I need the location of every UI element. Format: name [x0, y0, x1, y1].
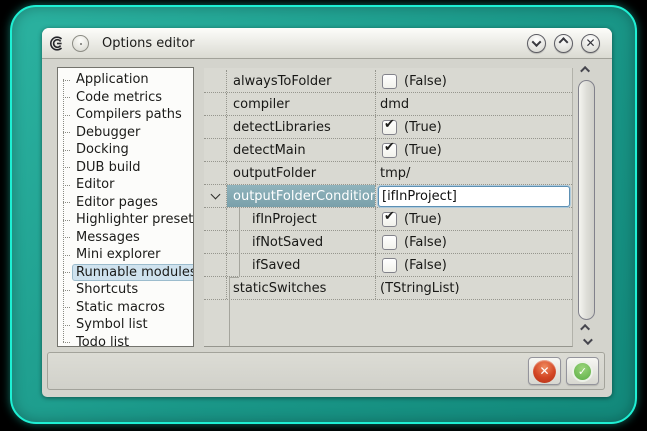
coedit-logo-icon	[48, 35, 65, 52]
property-row-alwaysToFolder: alwaysToFolder (False)	[204, 70, 572, 93]
checkbox-checked-icon[interactable]: ✔	[382, 143, 397, 158]
property-row-ifNotSaved: ifNotSaved (False)	[204, 231, 572, 254]
checkbox-unchecked-icon[interactable]	[382, 258, 397, 273]
property-row-detectMain: detectMain ✔ (True)	[204, 139, 572, 162]
scroll-up-button[interactable]	[576, 62, 597, 76]
property-row-compiler: compiler dmd	[204, 93, 572, 116]
sidebar-item-docking[interactable]: Docking	[58, 141, 193, 159]
property-row-staticSwitches: staticSwitches (TStringList)	[204, 277, 572, 300]
check-icon: ✔	[384, 140, 395, 155]
property-name[interactable]: alwaysToFolder	[227, 70, 375, 92]
accept-button[interactable]: ✓	[566, 357, 599, 385]
property-name[interactable]: ifNotSaved	[227, 231, 375, 253]
grid-vertical-scrollbar	[576, 62, 597, 348]
property-value[interactable]: (False)	[375, 70, 572, 92]
value-label: tmp/	[380, 166, 410, 181]
property-name[interactable]: detectMain	[227, 139, 375, 161]
property-value[interactable]: (False)	[375, 254, 572, 276]
property-name[interactable]: outputFolder	[227, 162, 375, 184]
property-row-detectLibraries: detectLibraries ✔ (True)	[204, 116, 572, 139]
sidebar-item-runnable-modules[interactable]: Runnable modules	[58, 264, 193, 282]
value-label: dmd	[380, 97, 409, 112]
expander-collapse-icon[interactable]	[210, 190, 220, 200]
sidebar-item-dub-build[interactable]: DUB build	[58, 159, 193, 177]
chevron-down-icon	[583, 335, 593, 345]
property-value[interactable]: dmd	[375, 93, 572, 115]
screenshot-root: Options editor ✕ Application Code metric…	[0, 0, 647, 431]
property-value[interactable]: (TStringList)	[375, 277, 572, 299]
property-value[interactable]: (False)	[375, 231, 572, 253]
category-tree: Application Code metrics Compilers paths…	[58, 68, 193, 347]
window-controls: ✕	[527, 34, 600, 53]
cancel-button[interactable]: ✕	[528, 357, 561, 385]
property-row-outputFolder: outputFolder tmp/	[204, 162, 572, 185]
property-value	[375, 185, 572, 207]
ok-circle-icon: ✓	[572, 361, 593, 382]
sidebar-item-messages[interactable]: Messages	[58, 229, 193, 247]
sidebar-item-code-metrics[interactable]: Code metrics	[58, 89, 193, 107]
tree-indent-guide	[229, 277, 239, 278]
tree-indent-guide	[239, 208, 240, 277]
footer-bar: ✕ ✓	[47, 352, 605, 390]
sidebar-item-static-macros[interactable]: Static macros	[58, 299, 193, 317]
property-name[interactable]: ifInProject	[227, 208, 375, 230]
sidebar-item-shortcuts[interactable]: Shortcuts	[58, 281, 193, 299]
scroll-down-button[interactable]	[576, 334, 597, 348]
property-grid: alwaysToFolder (False) compiler dmd dete…	[204, 68, 573, 347]
value-label: (TStringList)	[380, 281, 460, 296]
property-name-selected[interactable]: outputFolderConditions	[227, 185, 375, 207]
property-value[interactable]: tmp/	[375, 162, 572, 184]
checkbox-checked-icon[interactable]: ✔	[382, 120, 397, 135]
sidebar-item-compilers-paths[interactable]: Compilers paths	[58, 106, 193, 124]
sidebar-item-todo-list[interactable]: Todo list	[58, 334, 193, 348]
property-row-outputFolderConditions: outputFolderConditions	[204, 185, 572, 208]
sidebar-item-debugger[interactable]: Debugger	[58, 124, 193, 142]
close-icon: ✕	[585, 37, 595, 49]
value-label: (True)	[404, 143, 442, 158]
sidebar-item-application[interactable]: Application	[58, 71, 193, 89]
checkbox-unchecked-icon[interactable]	[382, 74, 397, 89]
chevron-down-icon	[532, 37, 542, 47]
cancel-circle-icon: ✕	[533, 360, 556, 383]
chevron-up-icon	[580, 323, 590, 333]
value-label: (True)	[404, 120, 442, 135]
value-label: (False)	[404, 258, 447, 273]
property-row-ifSaved: ifSaved (False)	[204, 254, 572, 277]
scrollbar-track[interactable]	[576, 76, 597, 320]
scrollbar-thumb[interactable]	[578, 80, 595, 320]
shade-down-button[interactable]	[527, 34, 546, 53]
scroll-up-button-bottom[interactable]	[576, 320, 597, 334]
property-name[interactable]: staticSwitches	[227, 277, 375, 299]
tree-indent-guide	[229, 277, 230, 346]
value-label: (True)	[404, 212, 442, 227]
sidebar-item-highlighter-presets[interactable]: Highlighter presets	[58, 211, 193, 229]
options-editor-window: Options editor ✕ Application Code metric…	[42, 28, 612, 397]
value-edit-input[interactable]	[378, 186, 570, 207]
property-value[interactable]: ✔ (True)	[375, 139, 572, 161]
category-panel: Application Code metrics Compilers paths…	[57, 67, 194, 347]
checkbox-unchecked-icon[interactable]	[382, 235, 397, 250]
value-label: (False)	[404, 74, 447, 89]
window-title: Options editor	[102, 36, 195, 51]
sidebar-item-editor-pages[interactable]: Editor pages	[58, 194, 193, 212]
value-label: (False)	[404, 235, 447, 250]
window-menu-button[interactable]	[72, 35, 89, 52]
check-icon: ✔	[384, 209, 395, 224]
property-value[interactable]: ✔ (True)	[375, 208, 572, 230]
sidebar-item-editor[interactable]: Editor	[58, 176, 193, 194]
checkbox-checked-icon[interactable]: ✔	[382, 212, 397, 227]
property-name[interactable]: compiler	[227, 93, 375, 115]
property-row-ifInProject: ifInProject ✔ (True)	[204, 208, 572, 231]
titlebar[interactable]: Options editor ✕	[42, 28, 612, 59]
chevron-up-icon	[559, 37, 569, 47]
property-name[interactable]: detectLibraries	[227, 116, 375, 138]
close-window-button[interactable]: ✕	[581, 34, 600, 53]
sidebar-item-mini-explorer[interactable]: Mini explorer	[58, 246, 193, 264]
shade-up-button[interactable]	[554, 34, 573, 53]
check-icon: ✔	[384, 117, 395, 132]
sidebar-item-symbol-list[interactable]: Symbol list	[58, 316, 193, 334]
property-value[interactable]: ✔ (True)	[375, 116, 572, 138]
chevron-up-icon	[580, 65, 590, 75]
property-name[interactable]: ifSaved	[227, 254, 375, 276]
